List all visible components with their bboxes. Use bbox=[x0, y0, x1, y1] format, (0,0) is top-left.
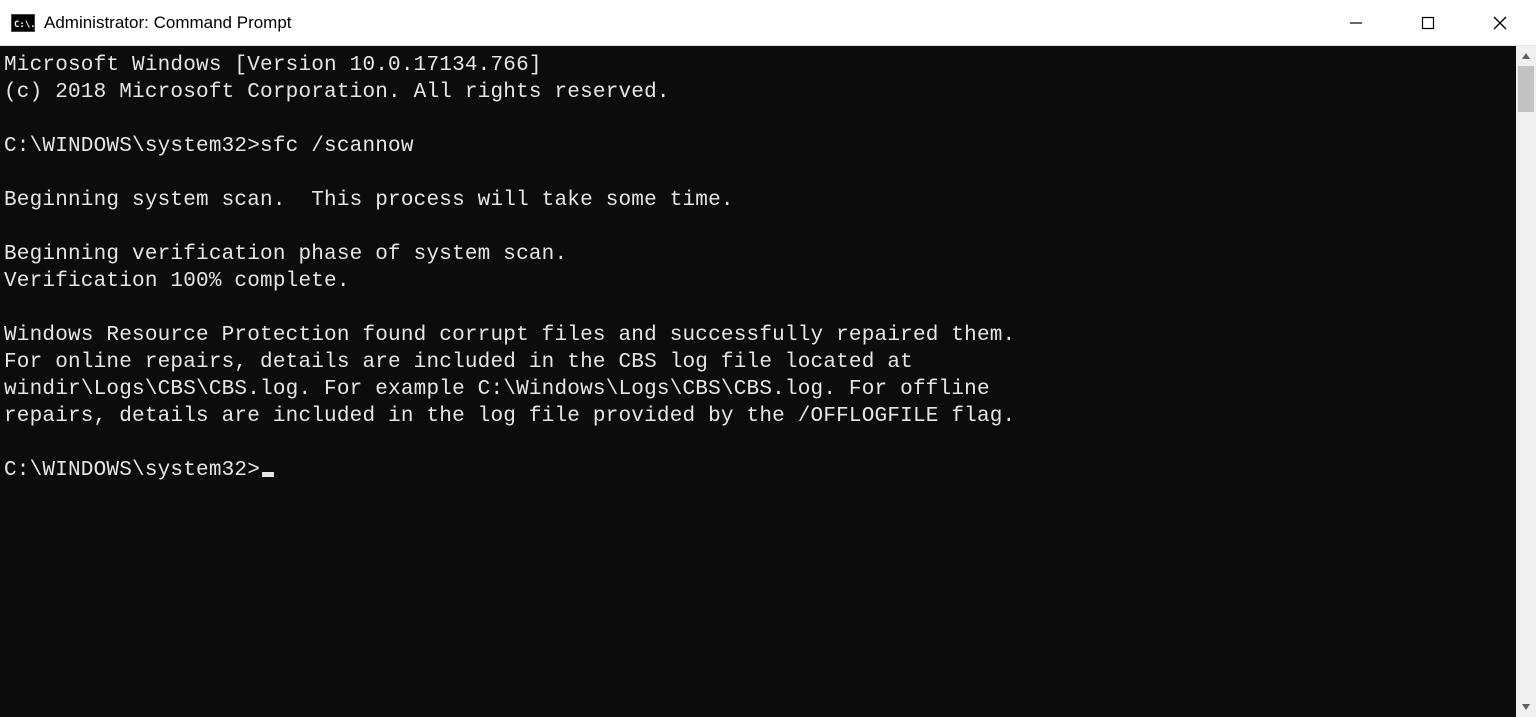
svg-text:C:\.: C:\. bbox=[14, 20, 35, 30]
scroll-down-arrow-icon[interactable] bbox=[1516, 697, 1536, 717]
cursor bbox=[262, 472, 274, 477]
scrollbar-track[interactable] bbox=[1516, 66, 1536, 697]
scrollbar-thumb[interactable] bbox=[1518, 66, 1534, 112]
prompt-line: C:\WINDOWS\system32> bbox=[4, 459, 260, 482]
title-bar[interactable]: C:\. Administrator: Command Prompt bbox=[0, 0, 1536, 46]
close-button[interactable] bbox=[1464, 0, 1536, 45]
vertical-scrollbar[interactable] bbox=[1516, 46, 1536, 717]
minimize-button[interactable] bbox=[1320, 0, 1392, 45]
window-controls bbox=[1320, 0, 1536, 45]
window-title: Administrator: Command Prompt bbox=[44, 13, 292, 33]
scroll-up-arrow-icon[interactable] bbox=[1516, 46, 1536, 66]
cmd-icon: C:\. bbox=[10, 13, 36, 33]
maximize-button[interactable] bbox=[1392, 0, 1464, 45]
terminal-output[interactable]: Microsoft Windows [Version 10.0.17134.76… bbox=[0, 46, 1516, 717]
